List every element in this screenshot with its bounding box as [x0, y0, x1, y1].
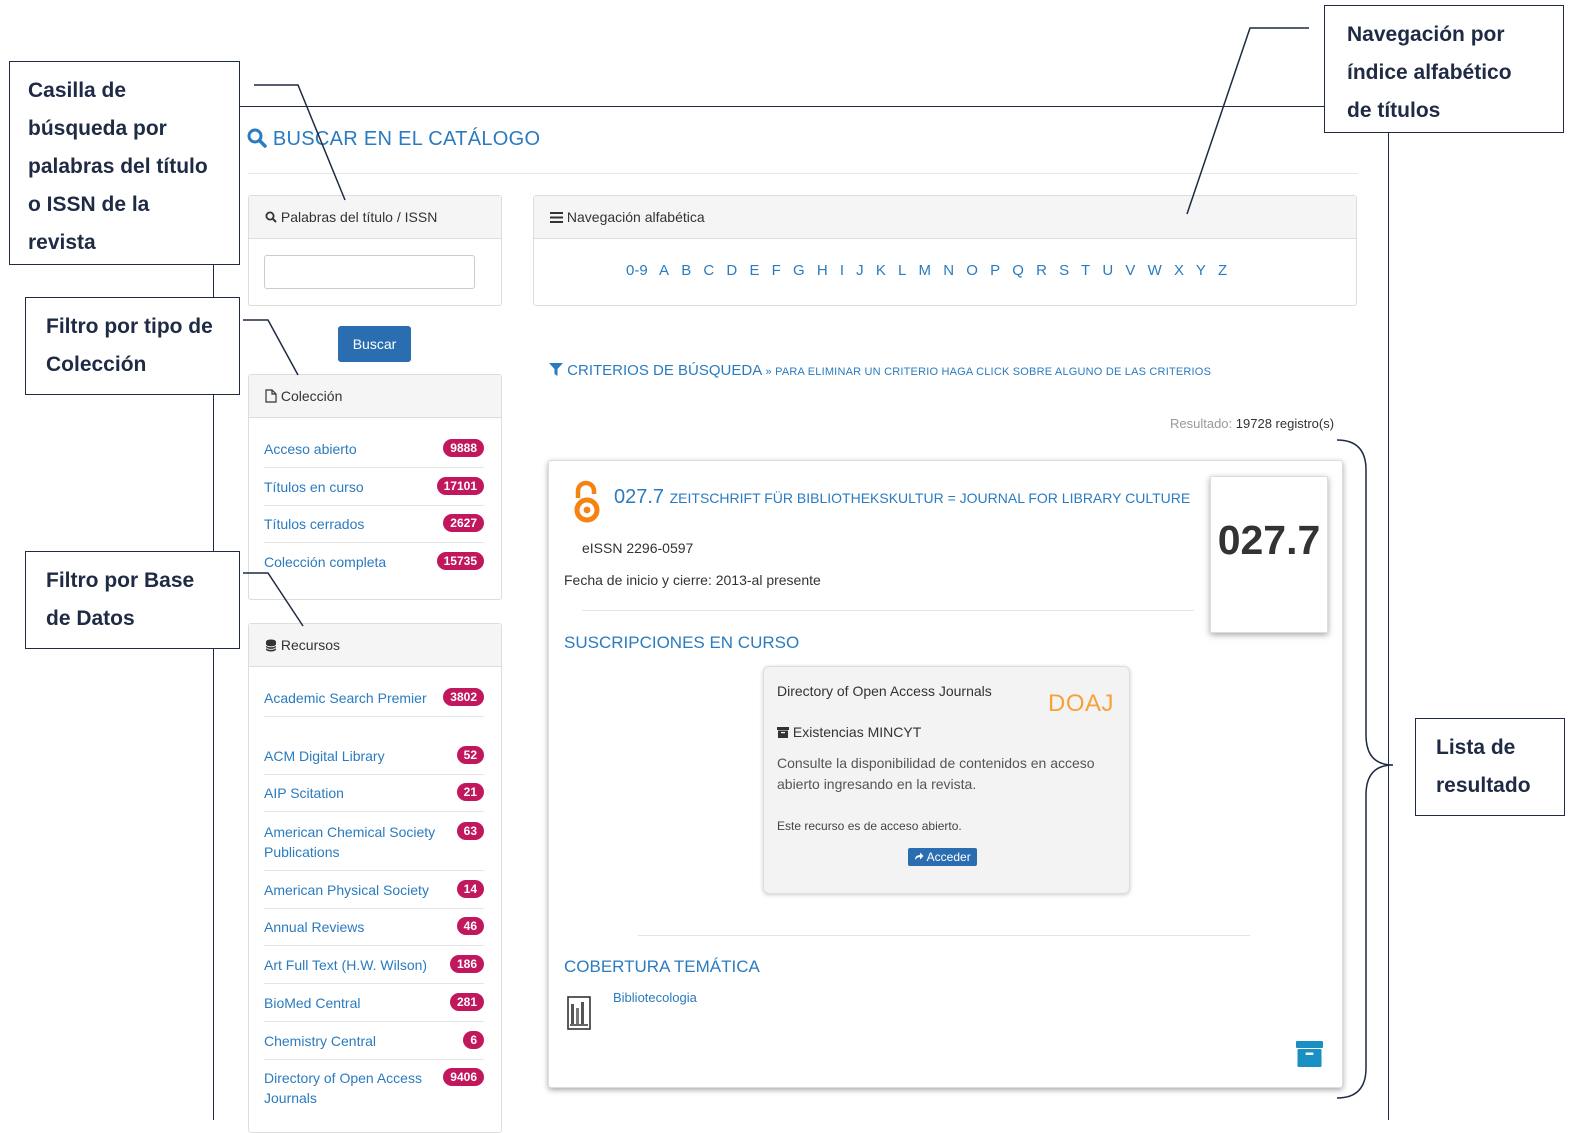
result-brace — [1336, 439, 1394, 1099]
connector-alpha — [1186, 27, 1309, 215]
callout-result-list: Lista de resultado — [1415, 718, 1565, 816]
callout-database-filter: Filtro por Base de Datos — [25, 551, 240, 649]
callout-search: Casilla de búsqueda por palabras del tít… — [9, 61, 240, 265]
connector-database — [243, 572, 304, 627]
connector-collection — [243, 319, 299, 376]
connector-search — [254, 84, 346, 201]
callout-alpha-index: Navegación por índice alfabético de títu… — [1324, 5, 1564, 133]
callout-collection-filter: Filtro por tipo de Colección — [25, 297, 240, 395]
